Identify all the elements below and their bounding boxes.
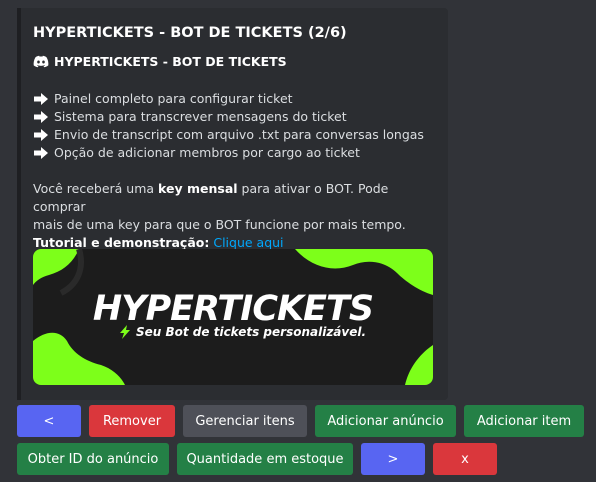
feature-item: Opção de adicionar membros por cargo ao …	[33, 145, 360, 160]
add-item-button[interactable]: Adicionar item	[464, 405, 584, 437]
arrow-right-icon	[34, 146, 48, 159]
close-button[interactable]: x	[433, 443, 497, 475]
tutorial-link[interactable]: Clique aqui	[213, 235, 283, 250]
embed-card: HYPERTICKETS - BOT DE TICKETS (2/6) HYPE…	[17, 8, 448, 400]
feature-text: Envio de transcript com arquivo .txt par…	[54, 127, 424, 142]
banner-subtitle: Seu Bot de tickets personalizável.	[119, 325, 366, 339]
feature-item: Sistema para transcrever mensagens do ti…	[33, 109, 347, 124]
banner-image: HYPERTICKETS Seu Bot de tickets personal…	[33, 249, 433, 385]
tutorial-label: Tutorial e demonstração:	[33, 235, 210, 250]
feature-item: Painel completo para configurar ticket	[33, 91, 293, 106]
embed-description: Você receberá uma key mensal para ativar…	[33, 180, 428, 252]
embed-author: HYPERTICKETS - BOT DE TICKETS	[33, 54, 287, 69]
get-listing-id-button[interactable]: Obter ID do anúncio	[17, 443, 169, 475]
embed-title: HYPERTICKETS - BOT DE TICKETS (2/6)	[33, 25, 347, 41]
feature-text: Sistema para transcrever mensagens do ti…	[54, 109, 347, 124]
discord-icon	[33, 55, 49, 68]
banner-subtitle-text: Seu Bot de tickets personalizável.	[136, 325, 367, 339]
key-mensal-bold: key mensal	[158, 181, 238, 196]
feature-text: Painel completo para configurar ticket	[54, 91, 293, 106]
lightning-icon	[120, 325, 130, 339]
banner-title: HYPERTICKETS	[92, 289, 374, 329]
arrow-right-icon	[34, 110, 48, 123]
feature-text: Opção de adicionar membros por cargo ao …	[54, 145, 360, 160]
previous-button[interactable]: <	[17, 405, 81, 437]
arrow-right-icon	[34, 92, 48, 105]
arrow-right-icon	[34, 128, 48, 141]
description-text: Você receberá uma	[33, 181, 159, 196]
next-button[interactable]: >	[361, 443, 425, 475]
add-listing-button[interactable]: Adicionar anúncio	[315, 405, 456, 437]
embed-author-name: HYPERTICKETS - BOT DE TICKETS	[54, 54, 287, 69]
feature-item: Envio de transcript com arquivo .txt par…	[33, 127, 424, 142]
stock-quantity-button[interactable]: Quantidade em estoque	[177, 443, 353, 475]
remove-button[interactable]: Remover	[89, 405, 175, 437]
manage-items-button[interactable]: Gerenciar itens	[183, 405, 307, 437]
description-text: mais de uma key para que o BOT funcione …	[33, 217, 406, 232]
